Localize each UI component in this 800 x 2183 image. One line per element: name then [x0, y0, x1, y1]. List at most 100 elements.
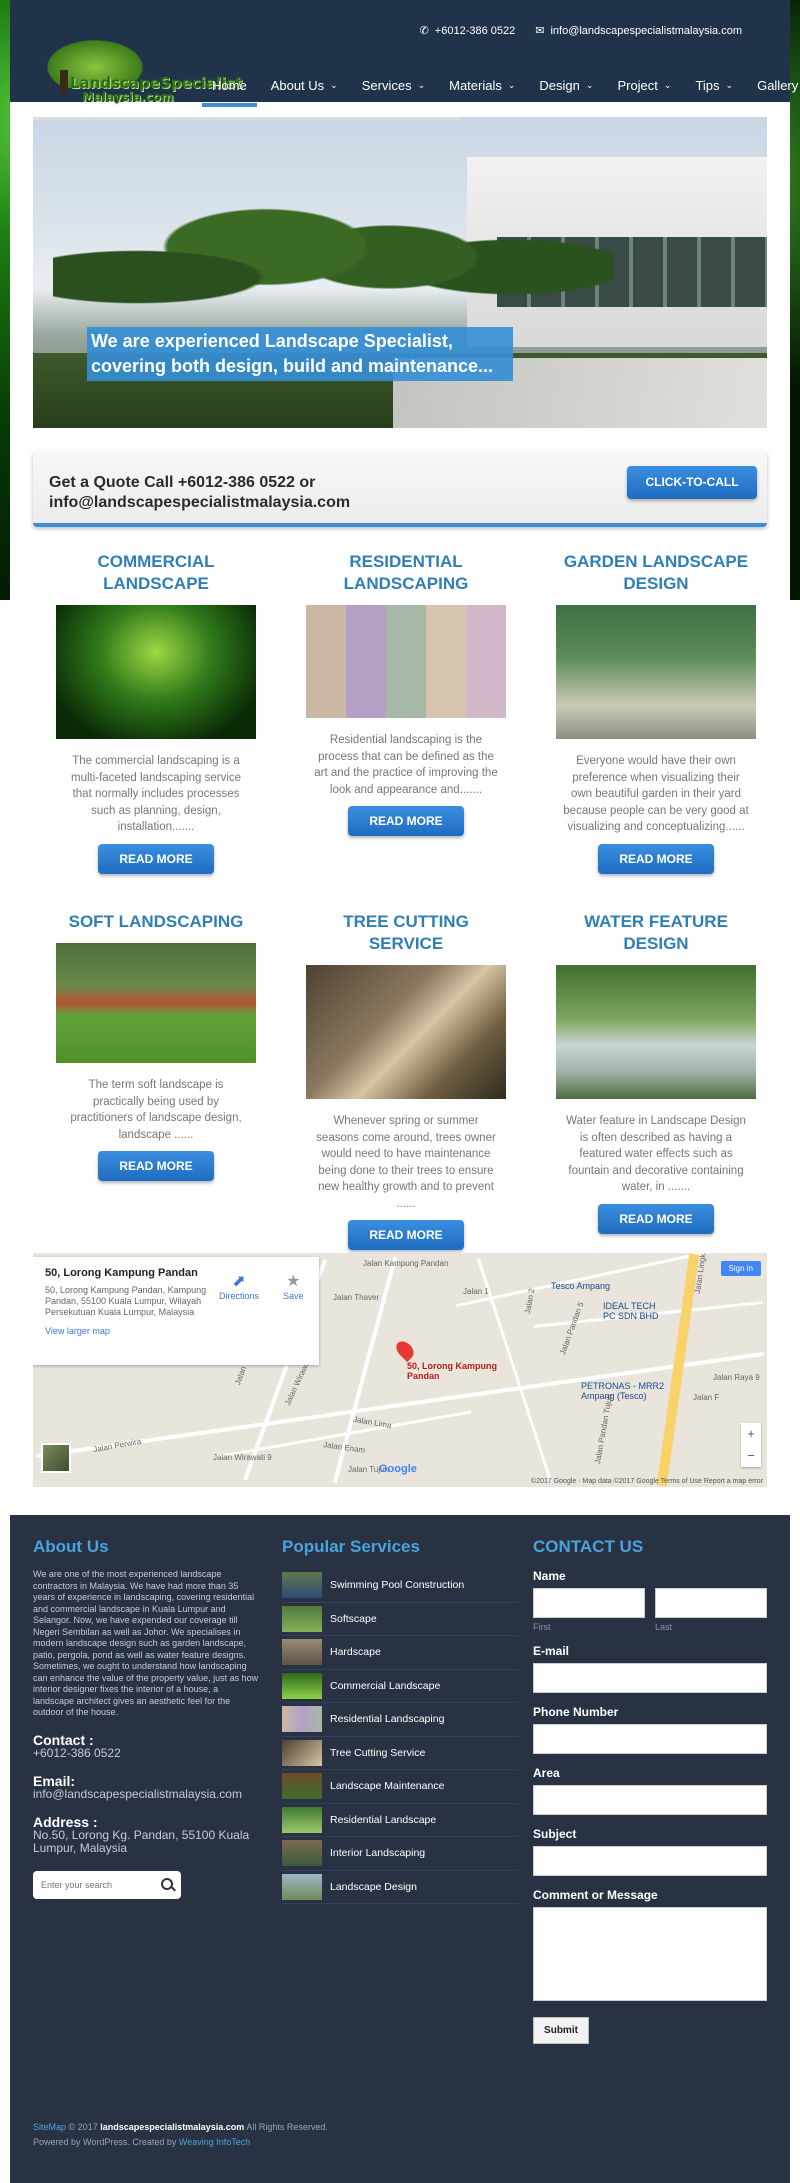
main-nav: Home About Us ⌄ Services ⌄ Materials ⌄ Desi…: [200, 76, 800, 107]
last-label: Last: [655, 1622, 673, 1632]
embedded-map[interactable]: Jalan Kampung Pandan Jalan Thaver Jalan …: [33, 1253, 767, 1487]
service-text: The term soft landscape is practically b…: [70, 1079, 242, 1141]
street-label: Jalan Pandan Tujuh: [593, 1393, 615, 1465]
service-image[interactable]: [556, 605, 756, 739]
nav-gallery[interactable]: Gallery: [745, 76, 800, 101]
popular-item-label: Tree Cutting Service: [330, 1746, 426, 1759]
submit-button[interactable]: Submit: [533, 2017, 589, 2044]
nav-project[interactable]: Project ⌄: [605, 76, 683, 101]
service-image[interactable]: [556, 965, 756, 1099]
search-input[interactable]: [33, 1870, 151, 1899]
nav-services[interactable]: Services ⌄: [350, 76, 437, 101]
popular-item[interactable]: Residential Landscape: [282, 1804, 518, 1837]
read-more-button[interactable]: READ MORE: [348, 1220, 464, 1250]
street-label: Jalan Raya 9: [713, 1373, 760, 1382]
read-more-button[interactable]: READ MORE: [98, 1151, 214, 1181]
save-button[interactable]: ★ Save: [283, 1271, 304, 1301]
slider-progress: [33, 117, 460, 120]
popular-item[interactable]: Interior Landscaping: [282, 1837, 518, 1871]
chevron-down-icon: ⌄: [330, 80, 338, 90]
read-more-button[interactable]: READ MORE: [598, 843, 714, 874]
email-contact[interactable]: ✉ info@landscapespecialistmalaysia.com: [535, 24, 742, 38]
sign-in-button[interactable]: Sign in: [720, 1261, 761, 1276]
read-more-button[interactable]: READ MORE: [98, 843, 214, 874]
view-larger-map-link[interactable]: View larger map: [45, 1326, 307, 1336]
nav-tips[interactable]: Tips ⌄: [683, 76, 745, 101]
zoom-out-icon[interactable]: −: [741, 1445, 761, 1467]
first-label: First: [533, 1622, 551, 1632]
read-more-button[interactable]: READ MORE: [348, 806, 464, 836]
service-image[interactable]: [306, 605, 506, 718]
popular-item[interactable]: Landscape Design: [282, 1871, 518, 1904]
popular-item[interactable]: Hardscape: [282, 1636, 518, 1670]
click-to-call-button[interactable]: CLICK-TO-CALL: [627, 466, 757, 499]
poi-label[interactable]: PETRONAS - MRR2 Ampang (Tesco): [581, 1381, 681, 1401]
copyright-year: © 2017: [68, 2122, 98, 2132]
popular-item[interactable]: Tree Cutting Service: [282, 1737, 518, 1770]
map-pin-icon[interactable]: [392, 1337, 418, 1363]
service-title[interactable]: RESIDENTIAL LANDSCAPING: [306, 551, 506, 595]
satellite-toggle[interactable]: [41, 1443, 71, 1473]
message-field[interactable]: [533, 1907, 767, 2001]
area-field[interactable]: [533, 1785, 767, 1815]
copyright-line-2: Powered by WordPress. Created by Weaving…: [33, 2135, 328, 2150]
popular-item[interactable]: Residential Landscaping: [282, 1703, 518, 1737]
popular-thumb: [282, 1572, 322, 1599]
hero-slider[interactable]: We are experienced Landscape Specialist,…: [33, 117, 767, 428]
search-icon[interactable]: [161, 1877, 173, 1890]
last-name-field[interactable]: [655, 1588, 767, 1618]
nav-materials[interactable]: Materials ⌄: [437, 76, 527, 101]
rights-text: All Rights Reserved.: [246, 2122, 328, 2132]
service-title[interactable]: WATER FEATURE DESIGN: [556, 911, 756, 955]
nav-about-us[interactable]: About Us ⌄: [259, 76, 350, 101]
service-image[interactable]: [56, 605, 256, 739]
read-more-button[interactable]: READ MORE: [598, 1203, 714, 1234]
service-title[interactable]: COMMERCIAL LANDSCAPE: [56, 551, 256, 595]
popular-item[interactable]: Commercial Landscape: [282, 1670, 518, 1703]
service-card-commercial: COMMERCIAL LANDSCAPE The commercial land…: [56, 551, 256, 874]
directions-button[interactable]: ⬈ Directions: [219, 1271, 259, 1301]
street-label: Jalan Perwira: [92, 1436, 142, 1455]
service-card-tree: TREE CUTTING SERVICE Whenever spring or …: [306, 911, 506, 1250]
popular-item[interactable]: Swimming Pool Construction: [282, 1569, 518, 1603]
email-label: Email:: [33, 1772, 76, 1789]
nav-gallery-label: Gallery: [757, 78, 799, 93]
subject-field[interactable]: [533, 1846, 767, 1876]
contact-form: CONTACT US Name First Last E-mail Phone …: [533, 1537, 767, 2044]
service-title[interactable]: GARDEN LANDSCAPE DESIGN: [556, 551, 756, 595]
email-value[interactable]: info@landscapespecialistmalaysia.com: [33, 1787, 263, 1801]
phone-contact[interactable]: ✆ +6012-386 0522: [420, 24, 516, 38]
poi-label[interactable]: IDEAL TECH PC SDN BHD: [603, 1301, 663, 1321]
map-address: 50, Lorong Kampung Pandan, Kampung Panda…: [45, 1285, 207, 1317]
popular-item[interactable]: Landscape Maintenance: [282, 1770, 518, 1804]
service-title[interactable]: SOFT LANDSCAPING: [56, 911, 256, 933]
service-image[interactable]: [56, 943, 256, 1063]
hero-caption: We are experienced Landscape Specialist,…: [87, 327, 513, 381]
service-title[interactable]: TREE CUTTING SERVICE: [306, 911, 506, 955]
sitemap-link[interactable]: SiteMap: [33, 2122, 66, 2132]
logo-trunk: [60, 70, 68, 94]
creator-link[interactable]: Weaving InfoTech: [179, 2137, 250, 2147]
popular-thumb: [282, 1672, 322, 1699]
site-header: ✆ +6012-386 0522 ✉ info@landscapespecialis…: [10, 0, 798, 107]
service-text: Water feature in Landscape Design is oft…: [566, 1115, 746, 1193]
email-field[interactable]: [533, 1663, 767, 1693]
star-icon: ★: [286, 1273, 301, 1290]
nav-home[interactable]: Home: [200, 76, 259, 107]
email-text: info@landscapespecialistmalaysia.com: [550, 24, 742, 37]
popular-thumb: [282, 1706, 322, 1733]
site-domain[interactable]: landscapespecialistmalaysia.com: [100, 2122, 244, 2132]
service-image[interactable]: [306, 965, 506, 1099]
popular-item[interactable]: Softscape: [282, 1603, 518, 1636]
zoom-control[interactable]: + −: [741, 1423, 761, 1467]
quote-banner: Get a Quote Call +6012-386 0522 or info@…: [33, 451, 767, 527]
phone-field[interactable]: [533, 1724, 767, 1754]
poi-label[interactable]: Tesco Ampang: [551, 1281, 610, 1291]
phone-text: +6012-386 0522: [434, 24, 516, 37]
site-logo[interactable]: LandscapeSpecialist Malaysia.com: [30, 30, 242, 104]
zoom-in-icon[interactable]: +: [741, 1423, 761, 1445]
street-label: Jalan Thaver: [333, 1293, 380, 1302]
nav-design[interactable]: Design ⌄: [527, 76, 605, 101]
first-name-field[interactable]: [533, 1588, 645, 1618]
popular-item-label: Interior Landscaping: [330, 1847, 426, 1860]
